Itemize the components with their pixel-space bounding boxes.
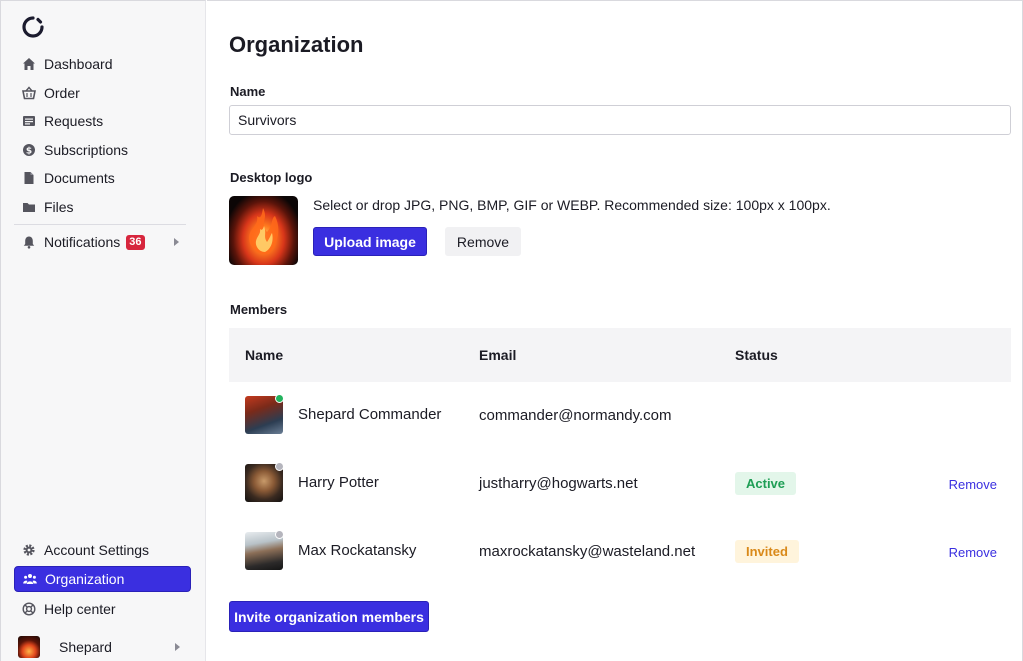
invite-members-button[interactable]: Invite organization members bbox=[229, 601, 429, 632]
member-email: commander@normandy.com bbox=[479, 407, 672, 424]
offline-status-icon bbox=[275, 530, 284, 539]
table-row: Max Rockatansky maxrockatansky@wasteland… bbox=[229, 518, 1011, 586]
status-badge-active: Active bbox=[735, 472, 797, 495]
svg-text:$: $ bbox=[26, 146, 32, 156]
sidebar-item-dashboard[interactable]: Dashboard bbox=[14, 51, 191, 77]
basket-icon bbox=[22, 86, 36, 100]
table-row: Harry Potter justharry@hogwarts.net Acti… bbox=[229, 450, 1011, 518]
sidebar-item-account-settings[interactable]: Account Settings bbox=[14, 537, 191, 563]
dollar-icon: $ bbox=[22, 143, 36, 157]
desktop-logo-label: Desktop logo bbox=[230, 170, 313, 185]
people-icon bbox=[23, 572, 37, 586]
sidebar-item-requests[interactable]: Requests bbox=[14, 108, 191, 134]
logo-upload-hint: Select or drop JPG, PNG, BMP, GIF or WEB… bbox=[313, 197, 831, 213]
main-content: Organization Name Desktop logo Select or… bbox=[207, 0, 1023, 661]
page-title: Organization bbox=[229, 32, 364, 57]
remove-member-link[interactable]: Remove bbox=[949, 545, 997, 560]
chevron-right-icon bbox=[175, 643, 180, 651]
sidebar-item-label: Requests bbox=[44, 113, 104, 129]
remove-logo-button[interactable]: Remove bbox=[445, 227, 521, 256]
organization-name-input[interactable] bbox=[229, 105, 1011, 135]
member-email: maxrockatansky@wasteland.net bbox=[479, 543, 696, 560]
chevron-right-icon bbox=[174, 238, 179, 246]
sidebar-item-documents[interactable]: Documents bbox=[14, 165, 191, 191]
logo-preview-image bbox=[229, 196, 298, 265]
member-name: Harry Potter bbox=[298, 474, 379, 491]
sidebar-item-notifications[interactable]: Notifications 36 bbox=[14, 229, 191, 255]
sidebar-item-order[interactable]: Order bbox=[14, 80, 191, 106]
online-status-icon bbox=[275, 394, 284, 403]
upload-image-button[interactable]: Upload image bbox=[313, 227, 427, 256]
app-logo-icon[interactable] bbox=[21, 15, 45, 39]
lifebuoy-icon bbox=[22, 602, 36, 616]
member-email: justharry@hogwarts.net bbox=[479, 475, 638, 492]
column-header-status: Status bbox=[735, 347, 778, 363]
notification-count-badge: 36 bbox=[126, 234, 145, 250]
sidebar-item-label: Organization bbox=[45, 571, 125, 587]
sidebar-item-label: Order bbox=[44, 85, 80, 101]
sidebar-item-label: Files bbox=[44, 199, 74, 215]
sidebar-item-organization[interactable]: Organization bbox=[14, 566, 191, 592]
user-avatar[interactable] bbox=[18, 636, 40, 658]
sidebar-item-subscriptions[interactable]: $ Subscriptions bbox=[14, 137, 191, 163]
members-table-header: Name Email Status bbox=[229, 328, 1011, 382]
member-name: Max Rockatansky bbox=[298, 542, 417, 559]
home-icon bbox=[22, 57, 36, 71]
folder-icon bbox=[22, 200, 36, 214]
sidebar-item-files[interactable]: Files bbox=[14, 194, 191, 220]
column-header-email: Email bbox=[479, 347, 517, 363]
sidebar-item-label: Notifications bbox=[44, 234, 121, 250]
gear-icon bbox=[22, 543, 36, 557]
member-name: Shepard Commander bbox=[298, 406, 442, 423]
offline-status-icon bbox=[275, 462, 284, 471]
members-label: Members bbox=[230, 302, 288, 317]
sidebar: Dashboard Order Requests $ Subscriptions… bbox=[0, 0, 206, 661]
name-label: Name bbox=[230, 84, 266, 99]
column-header-name: Name bbox=[245, 347, 284, 363]
bell-icon bbox=[22, 235, 36, 249]
status-badge-invited: Invited bbox=[735, 540, 799, 563]
sidebar-item-label: Account Settings bbox=[44, 542, 150, 558]
user-menu[interactable]: Shepard bbox=[51, 634, 191, 660]
sidebar-item-label: Documents bbox=[44, 170, 115, 186]
list-icon bbox=[22, 114, 36, 128]
remove-member-link[interactable]: Remove bbox=[949, 477, 997, 492]
sidebar-item-help-center[interactable]: Help center bbox=[14, 596, 191, 622]
sidebar-item-label: Dashboard bbox=[44, 56, 113, 72]
table-row: Shepard Commander commander@normandy.com bbox=[229, 382, 1011, 450]
sidebar-item-label: Subscriptions bbox=[44, 142, 129, 158]
sidebar-item-label: Help center bbox=[44, 601, 116, 617]
document-icon bbox=[22, 171, 36, 185]
sidebar-divider bbox=[14, 224, 186, 225]
user-name: Shepard bbox=[59, 639, 112, 655]
